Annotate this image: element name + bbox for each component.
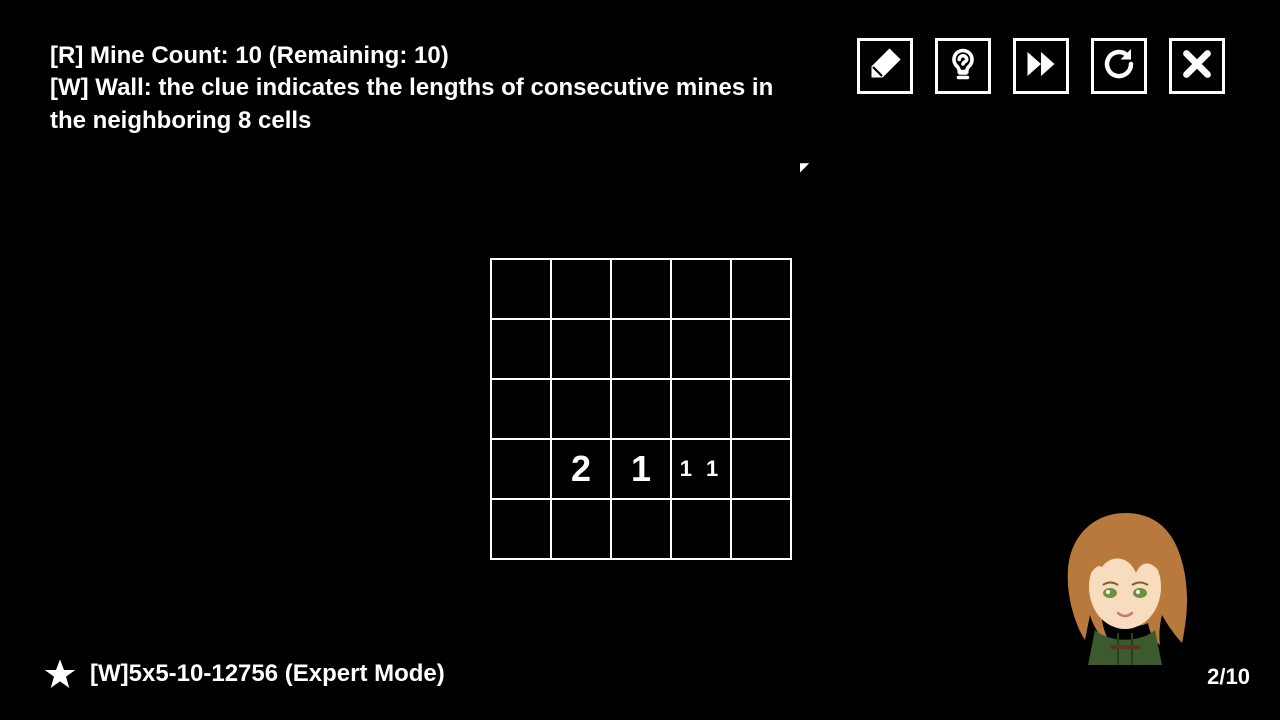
grid-cell[interactable] xyxy=(611,259,671,319)
grid-cell[interactable] xyxy=(491,439,551,499)
grid-cell[interactable] xyxy=(671,499,731,559)
brush-button[interactable] xyxy=(857,38,913,94)
grid-cell[interactable] xyxy=(491,379,551,439)
close-button[interactable] xyxy=(1169,38,1225,94)
character-avatar xyxy=(1040,495,1210,665)
grid-cell[interactable] xyxy=(611,319,671,379)
rules-text: [R] Mine Count: 10 (Remaining: 10) [W] W… xyxy=(50,40,810,137)
grid-cell[interactable] xyxy=(551,259,611,319)
hint-icon xyxy=(945,46,981,87)
grid-cell[interactable] xyxy=(491,499,551,559)
toolbar xyxy=(857,38,1225,94)
wall-rule-line: [W] Wall: the clue indicates the lengths… xyxy=(50,74,773,133)
grid-cell[interactable] xyxy=(551,499,611,559)
grid-cell[interactable] xyxy=(731,259,791,319)
grid-cell[interactable] xyxy=(491,259,551,319)
puzzle-grid: 211 1 xyxy=(490,258,792,560)
grid-cell[interactable] xyxy=(731,379,791,439)
mouse-cursor: ◤ xyxy=(800,160,809,174)
brush-icon xyxy=(867,46,903,87)
grid-cell[interactable] xyxy=(671,379,731,439)
grid-cell[interactable] xyxy=(611,379,671,439)
grid-cell[interactable] xyxy=(731,499,791,559)
restart-icon xyxy=(1101,46,1137,87)
grid-cell[interactable]: 1 xyxy=(611,439,671,499)
grid-cell[interactable] xyxy=(551,319,611,379)
game-root: [R] Mine Count: 10 (Remaining: 10) [W] W… xyxy=(0,0,1280,720)
puzzle-grid-wrap: 211 1 xyxy=(490,258,792,560)
mine-count-line: [R] Mine Count: 10 (Remaining: 10) xyxy=(50,42,449,69)
restart-button[interactable] xyxy=(1091,38,1147,94)
close-icon xyxy=(1179,46,1215,87)
footer-left: [W]5x5-10-12756 (Expert Mode) xyxy=(44,658,445,690)
grid-cell[interactable] xyxy=(731,439,791,499)
level-label: [W]5x5-10-12756 (Expert Mode) xyxy=(90,660,445,688)
fast-forward-icon xyxy=(1023,46,1059,87)
fast-forward-button[interactable] xyxy=(1013,38,1069,94)
grid-cell[interactable] xyxy=(671,259,731,319)
grid-cell[interactable] xyxy=(731,319,791,379)
grid-cell[interactable]: 1 1 xyxy=(671,439,731,499)
grid-cell[interactable] xyxy=(551,379,611,439)
grid-cell[interactable] xyxy=(671,319,731,379)
grid-cell[interactable] xyxy=(491,319,551,379)
hint-button[interactable] xyxy=(935,38,991,94)
progress-counter: 2/10 xyxy=(1207,664,1250,690)
grid-cell[interactable]: 2 xyxy=(551,439,611,499)
grid-cell[interactable] xyxy=(611,499,671,559)
star-icon xyxy=(44,658,76,690)
